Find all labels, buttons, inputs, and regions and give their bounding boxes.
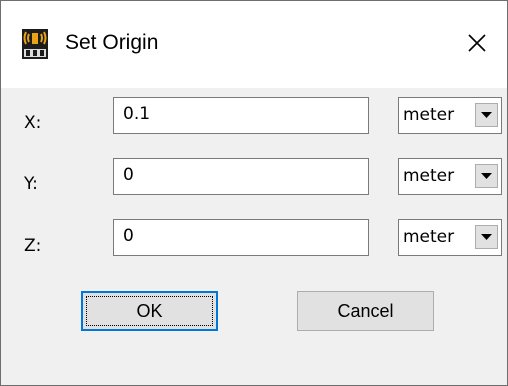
- cancel-button[interactable]: Cancel: [297, 291, 434, 331]
- z-label: Z:: [24, 236, 42, 256]
- y-input[interactable]: 0: [113, 158, 369, 195]
- z-unit-value: meter: [403, 227, 455, 247]
- chevron-down-icon: [481, 233, 492, 240]
- close-icon: [468, 34, 486, 52]
- z-unit-dropdown-button[interactable]: [475, 225, 498, 249]
- chevron-down-icon: [481, 172, 492, 179]
- ok-button[interactable]: OK: [81, 291, 218, 331]
- title-bar: Set Origin: [1, 1, 507, 88]
- window-title: Set Origin: [65, 31, 159, 54]
- close-button[interactable]: [447, 15, 507, 71]
- x-label: X:: [24, 113, 42, 133]
- y-unit-select[interactable]: meter: [398, 158, 502, 195]
- x-unit-dropdown-button[interactable]: [475, 103, 498, 127]
- y-label: Y:: [24, 174, 38, 194]
- z-input[interactable]: 0: [113, 219, 369, 256]
- x-input[interactable]: 0.1: [113, 97, 369, 134]
- set-origin-dialog: Set Origin X: 0.1 meter Y: 0 meter Z: 0 …: [0, 0, 508, 386]
- y-unit-value: meter: [403, 166, 455, 186]
- focus-rectangle: [86, 296, 213, 326]
- z-unit-select[interactable]: meter: [398, 219, 502, 256]
- x-unit-value: meter: [403, 105, 455, 125]
- y-unit-dropdown-button[interactable]: [475, 164, 498, 188]
- chevron-down-icon: [481, 111, 492, 118]
- x-unit-select[interactable]: meter: [398, 97, 502, 134]
- cancel-button-label: Cancel: [337, 300, 394, 321]
- edt-app-icon: [22, 29, 48, 59]
